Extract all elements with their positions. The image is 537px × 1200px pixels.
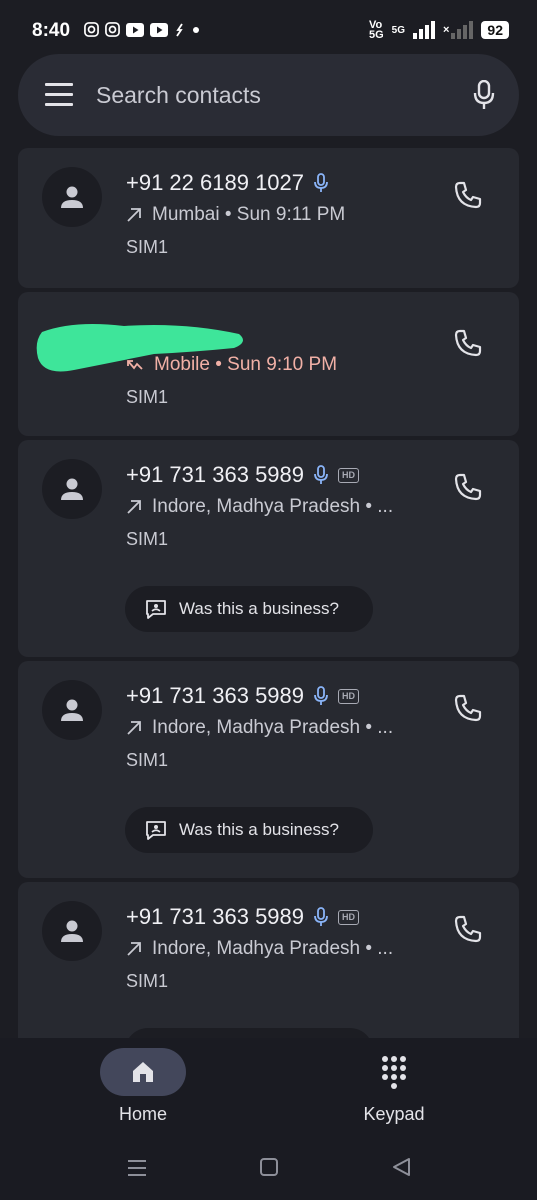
- caller-number: +91 22 6189 1027: [126, 170, 305, 195]
- nav-keypad-label[interactable]: Keypad: [352, 1104, 436, 1125]
- signal-sim2-icon: [451, 21, 474, 39]
- person-icon: [61, 478, 83, 500]
- call-location-time: Mobile • Sun 9:10 PM: [154, 354, 338, 375]
- outgoing-call-arrow-icon: [127, 208, 141, 222]
- call-location-time: Mumbai • Sun 9:11 PM: [152, 204, 346, 225]
- call-detail: Indore, Madhya Pradesh • ...: [126, 717, 393, 739]
- more-dot-icon: [193, 26, 199, 33]
- outgoing-call-arrow-icon: [127, 942, 141, 956]
- outgoing-call-arrow-icon: [127, 500, 141, 514]
- sim-label: SIM1: [126, 387, 169, 407]
- system-navigation-bar: [128, 1158, 410, 1176]
- network-type: 5G: [391, 24, 405, 36]
- system-home-icon: [260, 1158, 278, 1176]
- nav-keypad-button[interactable]: [362, 1048, 426, 1096]
- dialpad-icon: [382, 1056, 406, 1089]
- sim-label: SIM1: [126, 971, 169, 991]
- avatar[interactable]: [42, 901, 102, 961]
- voice-transcript-icon: [314, 173, 328, 192]
- voice-transcript-icon: [314, 465, 328, 484]
- business-card-icon: [146, 600, 166, 619]
- caller-number: +91 731 363 5989: [126, 462, 305, 487]
- youtube-icon: [126, 22, 144, 37]
- business-card-icon: [146, 821, 166, 840]
- missed-call-arrow-icon: [127, 360, 143, 370]
- caller-number: +91 731 363 5989: [126, 904, 305, 929]
- instagram-icon: [84, 22, 99, 37]
- nav-home-button[interactable]: [100, 1048, 186, 1096]
- hd-call-badge: HD: [338, 909, 360, 925]
- call-log-item[interactable]: +91 731 363 5989 HD Indore, Madhya Prade…: [18, 661, 519, 878]
- bottom-navigation: Home Keypad: [0, 1038, 537, 1200]
- home-icon: [133, 1062, 153, 1082]
- status-bar: 8:40 Vo 5G 5G × 92: [0, 0, 537, 58]
- call-detail: Mumbai • Sun 9:11 PM: [126, 204, 345, 226]
- recent-apps-icon: [128, 1160, 146, 1176]
- search-input[interactable]: Search contacts: [96, 82, 261, 109]
- hd-call-badge: HD: [338, 688, 360, 704]
- person-icon: [61, 186, 83, 208]
- hd-call-badge: HD: [338, 467, 360, 483]
- avatar[interactable]: [42, 680, 102, 740]
- instagram-icon: [105, 22, 120, 37]
- call-log-item[interactable]: Mobile • Sun 9:10 PM SIM1: [18, 292, 519, 436]
- call-log-item[interactable]: +91 731 363 5989 HD Indore, Madhya Prade…: [18, 440, 519, 657]
- back-icon: [393, 1158, 410, 1176]
- business-feedback-chip[interactable]: Was this a business?: [125, 807, 373, 853]
- youtube-icon: [150, 22, 168, 37]
- voice-transcript-icon: [314, 686, 328, 705]
- avatar[interactable]: [42, 459, 102, 519]
- app-notification-icon: [176, 23, 183, 36]
- sim-label: SIM1: [126, 237, 169, 257]
- no-signal-mark: ×: [442, 24, 450, 36]
- call-history-list[interactable]: +91 22 6189 1027 Mumbai • Sun 9:11 PM SI…: [18, 148, 519, 1038]
- person-icon: [61, 920, 83, 942]
- caller-number: +91 731 363 5989: [126, 683, 305, 708]
- voice-search-icon[interactable]: [473, 80, 495, 110]
- nav-home-label[interactable]: Home: [100, 1104, 186, 1125]
- volte-indicator: Vo 5G: [368, 19, 384, 41]
- business-feedback-chip[interactable]: [125, 1028, 373, 1038]
- call-button-icon[interactable]: [453, 328, 483, 358]
- voice-transcript-icon: [314, 907, 328, 926]
- call-location-time: Indore, Madhya Pradesh • ...: [152, 938, 394, 959]
- call-log-item[interactable]: +91 731 363 5989 HD Indore, Madhya Prade…: [18, 882, 519, 1038]
- signal-strength-icon: [412, 21, 435, 39]
- call-detail: Indore, Madhya Pradesh • ...: [126, 496, 393, 518]
- call-button-icon[interactable]: [453, 914, 483, 944]
- business-feedback-chip[interactable]: Was this a business?: [125, 586, 373, 632]
- call-detail: Indore, Madhya Pradesh • ...: [126, 938, 393, 960]
- call-detail: Mobile • Sun 9:10 PM: [126, 354, 337, 376]
- person-icon: [61, 699, 83, 721]
- call-location-time: Indore, Madhya Pradesh • ...: [152, 717, 394, 738]
- call-log-item[interactable]: +91 22 6189 1027 Mumbai • Sun 9:11 PM SI…: [18, 148, 519, 288]
- status-right: Vo 5G 5G × 92: [368, 19, 509, 41]
- call-location-time: Indore, Madhya Pradesh • ...: [152, 496, 394, 517]
- call-button-icon[interactable]: [453, 180, 483, 210]
- search-bar[interactable]: Search contacts: [18, 54, 519, 136]
- battery-indicator: 92: [481, 21, 509, 39]
- outgoing-call-arrow-icon: [127, 721, 141, 735]
- menu-icon[interactable]: [45, 83, 73, 106]
- business-feedback-label: Was this a business?: [179, 820, 339, 839]
- business-feedback-label: Was this a business?: [179, 599, 339, 618]
- call-button-icon[interactable]: [453, 472, 483, 502]
- call-button-icon[interactable]: [453, 693, 483, 723]
- notification-icons: [84, 22, 200, 37]
- status-time: 8:40: [32, 20, 71, 41]
- sim-label: SIM1: [126, 529, 169, 549]
- avatar[interactable]: [42, 167, 102, 227]
- sim-label: SIM1: [126, 750, 169, 770]
